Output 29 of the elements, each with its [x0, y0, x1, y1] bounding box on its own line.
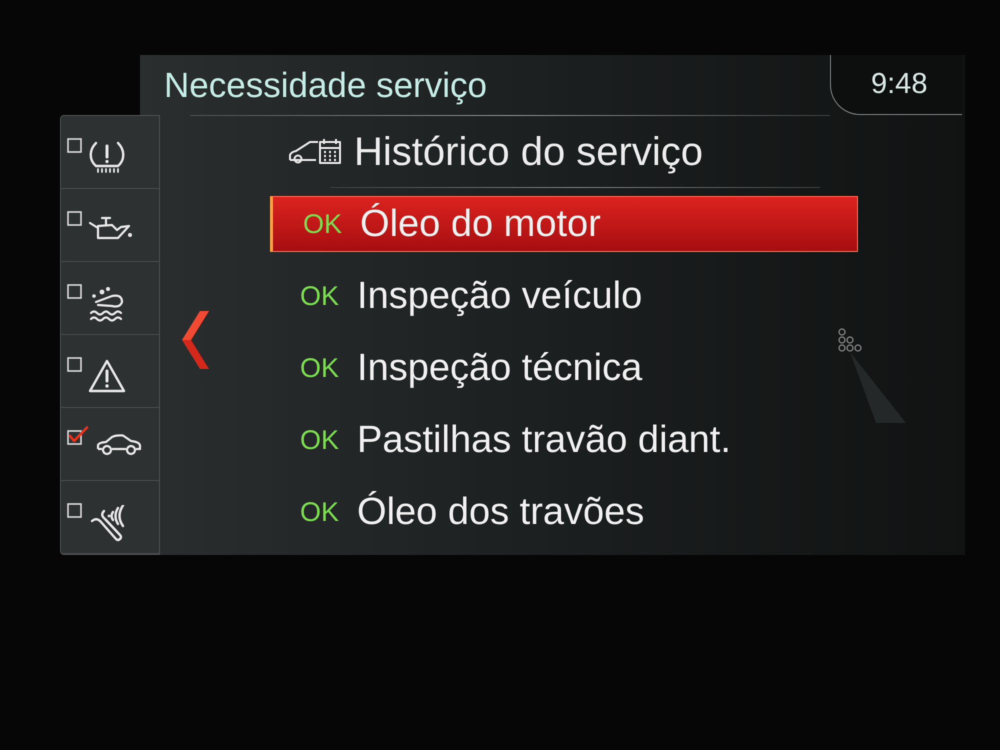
service-name: Inspeção técnica: [357, 349, 642, 387]
checkbox[interactable]: [67, 138, 82, 153]
service-name: Óleo dos travões: [357, 493, 644, 531]
service-row[interactable]: OK Óleo dos travões: [270, 484, 858, 540]
clock-time: 9:48: [871, 70, 928, 99]
service-name: Pastilhas travão diant.: [357, 421, 731, 459]
tire-warning-icon: [88, 140, 126, 174]
service-row[interactable]: OK Inspeção veículo: [270, 268, 858, 324]
car-calendar-icon: [288, 138, 342, 166]
service-name: Inspeção veículo: [357, 277, 642, 315]
checkbox[interactable]: [67, 284, 82, 299]
warning-triangle-icon: [88, 359, 126, 393]
status-text: OK: [300, 498, 340, 526]
checkbox[interactable]: [67, 357, 82, 372]
chevron-left-icon[interactable]: [180, 310, 210, 370]
status-text: OK: [300, 282, 340, 310]
service-row[interactable]: OK Inspeção técnica: [270, 340, 858, 396]
service-name: Óleo do motor: [360, 205, 601, 243]
service-history-item[interactable]: Histórico do serviço: [288, 132, 704, 172]
checkbox[interactable]: [67, 211, 82, 226]
status-text: OK: [303, 210, 342, 238]
car-icon: [95, 432, 143, 456]
status-text: OK: [300, 354, 340, 382]
status-text: OK: [300, 426, 340, 454]
checkbox[interactable]: [67, 503, 82, 518]
screen-title: Necessidade serviço: [163, 68, 487, 102]
service-row[interactable]: OK Óleo do motor: [270, 196, 858, 252]
service-row[interactable]: OK Pastilhas travão diant.: [270, 412, 858, 468]
checkbox[interactable]: [67, 426, 89, 445]
